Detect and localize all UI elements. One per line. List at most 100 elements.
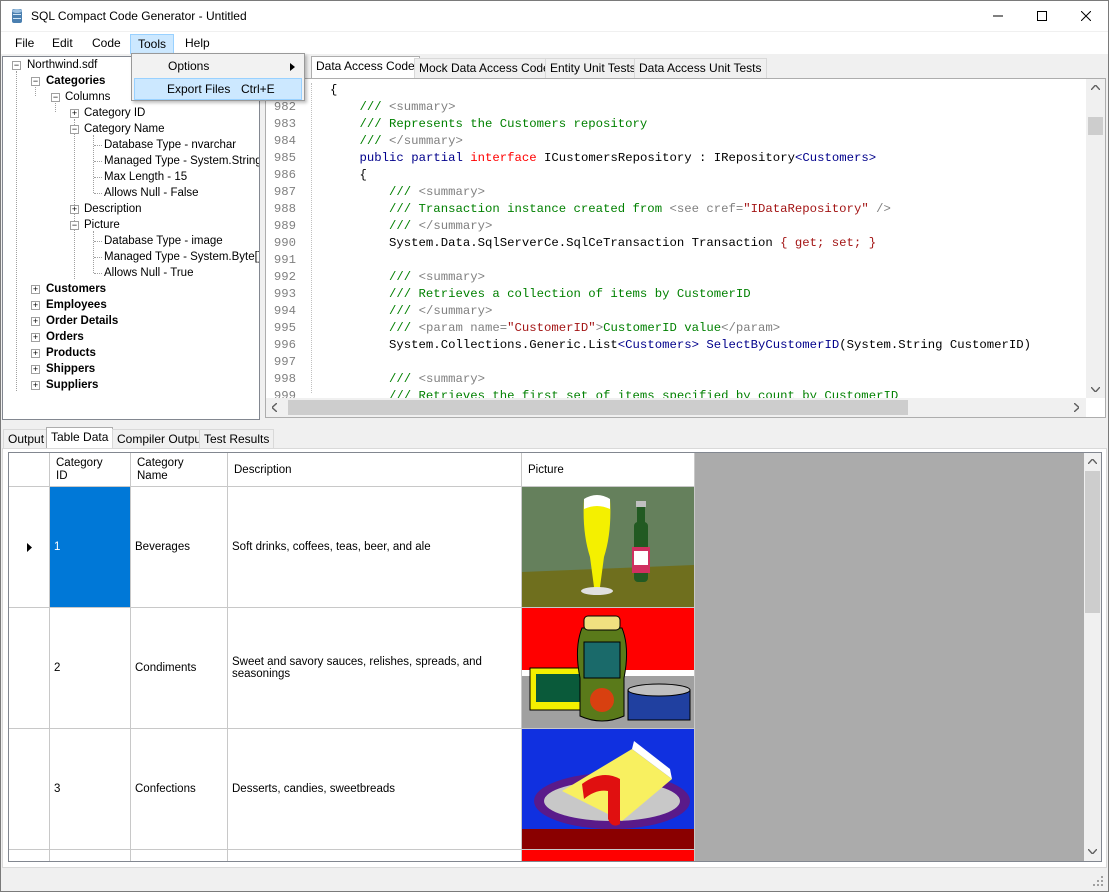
tree-node-table[interactable]: Suppliers: [46, 377, 98, 393]
expand-icon[interactable]: +: [31, 285, 40, 294]
menu-edit[interactable]: Edit: [45, 34, 80, 54]
grid-vscrollbar[interactable]: [1084, 453, 1101, 861]
code-token: /// Transaction instance created from: [330, 202, 670, 216]
code-token: ///: [330, 100, 390, 114]
grid-cell[interactable]: Condiments: [131, 608, 228, 729]
grid-cell[interactable]: Sweet and savory sauces, relishes, sprea…: [228, 608, 522, 729]
tree-node-table[interactable]: Orders: [46, 329, 84, 345]
expand-icon[interactable]: +: [31, 301, 40, 310]
grid-cell-picture[interactable]: [522, 850, 695, 861]
expand-icon[interactable]: +: [31, 365, 40, 374]
menu-item-export-files[interactable]: Export Files Ctrl+E: [134, 78, 302, 100]
tab-test-results[interactable]: Test Results: [199, 429, 275, 449]
code-line: /// <param name="CustomerID">CustomerID …: [330, 321, 780, 335]
tree-node-property[interactable]: Database Type - image: [104, 233, 223, 249]
expand-icon[interactable]: +: [31, 349, 40, 358]
collapse-icon[interactable]: −: [31, 77, 40, 86]
expand-icon[interactable]: +: [70, 109, 79, 118]
tab-data-access-unit-tests[interactable]: Data Access Unit Tests: [634, 58, 767, 78]
menu-item-options[interactable]: Options: [134, 56, 302, 78]
tree-node-property[interactable]: Database Type - nvarchar: [104, 137, 236, 153]
schema-tree[interactable]: − Northwind.sdf − Categories − Columns +…: [2, 56, 260, 420]
tree-node-table[interactable]: Order Details: [46, 313, 118, 329]
collapse-icon[interactable]: −: [70, 221, 79, 230]
tree-node-table[interactable]: Products: [46, 345, 96, 361]
export-shortcut: Ctrl+E: [241, 82, 275, 96]
code-line: /// <summary>: [330, 372, 485, 386]
tree-node-category-name[interactable]: Category Name: [84, 121, 165, 137]
column-header[interactable]: Description: [228, 453, 522, 487]
tree-node-property[interactable]: Max Length - 15: [104, 169, 187, 185]
tab-table-data[interactable]: Table Data: [46, 427, 114, 449]
code-token: />: [868, 202, 891, 216]
code-token: <summary>: [418, 185, 485, 199]
expand-icon[interactable]: +: [70, 205, 79, 214]
expand-icon[interactable]: +: [31, 317, 40, 326]
scroll-thumb[interactable]: [1088, 117, 1103, 135]
row-header[interactable]: [9, 850, 50, 861]
grid-cell[interactable]: 3: [50, 729, 131, 850]
tree-node-property[interactable]: Allows Null - False: [104, 185, 199, 201]
row-header[interactable]: [9, 608, 50, 729]
collapse-icon[interactable]: −: [70, 125, 79, 134]
grid-cell-picture[interactable]: [522, 608, 695, 729]
tab-compiler-output[interactable]: Compiler Output: [112, 429, 210, 449]
grid-cell[interactable]: Beverages: [131, 487, 228, 608]
collapse-icon[interactable]: −: [51, 93, 60, 102]
column-header[interactable]: Picture: [522, 453, 695, 487]
tree-node-category-id[interactable]: Category ID: [84, 105, 145, 121]
tree-node-property[interactable]: Allows Null - True: [104, 265, 193, 281]
code-line: /// Retrieves a collection of items by C…: [330, 287, 751, 301]
code-token: </summary>: [389, 134, 463, 148]
tree-node-picture[interactable]: Picture: [84, 217, 120, 233]
column-header[interactable]: Category Name: [131, 453, 228, 487]
grid-cell[interactable]: Confections: [131, 729, 228, 850]
tab-output[interactable]: Output: [3, 429, 50, 449]
tree-node-property[interactable]: Managed Type - System.Byte[]: [104, 249, 259, 265]
tree-node-columns[interactable]: Columns: [65, 89, 110, 105]
tree-node-database[interactable]: Northwind.sdf: [27, 57, 97, 73]
resize-grip-icon[interactable]: [1092, 875, 1104, 887]
code-editor[interactable]: {982 /// <summary> 983 /// Represents the…: [265, 78, 1106, 418]
tree-node-property[interactable]: Managed Type - System.String: [104, 153, 259, 169]
line-number: 990: [273, 236, 296, 250]
tree-node-categories[interactable]: Categories: [46, 73, 105, 89]
column-header[interactable]: Category ID: [50, 453, 131, 487]
code-vscrollbar[interactable]: [1086, 79, 1105, 398]
code-token: "IDataRepository": [743, 202, 869, 216]
tree-node-table[interactable]: Shippers: [46, 361, 95, 377]
line-number: 991: [273, 253, 296, 267]
grid-cell-selected[interactable]: 1: [50, 487, 131, 608]
maximize-button[interactable]: [1019, 1, 1065, 31]
grid-cell[interactable]: 2: [50, 608, 131, 729]
tree-node-table[interactable]: Customers: [46, 281, 106, 297]
scroll-thumb[interactable]: [288, 400, 908, 415]
minimize-button[interactable]: [975, 1, 1021, 31]
expand-icon[interactable]: +: [31, 333, 40, 342]
menu-help[interactable]: Help: [178, 34, 217, 54]
code-token: ///: [330, 372, 419, 386]
tree-node-table[interactable]: Employees: [46, 297, 107, 313]
table-data-grid[interactable]: Category ID Category Name Description Pi…: [8, 452, 1102, 862]
scroll-thumb[interactable]: [1085, 471, 1100, 613]
grid-cell[interactable]: [131, 850, 228, 861]
tab-mock-data-access-code[interactable]: Mock Data Access Code: [414, 58, 555, 78]
tree-node-description[interactable]: Description: [84, 201, 142, 217]
grid-cell[interactable]: [50, 850, 131, 861]
grid-cell-picture[interactable]: [522, 729, 695, 850]
tab-entity-unit-tests[interactable]: Entity Unit Tests: [545, 58, 641, 78]
tab-data-access-code[interactable]: Data Access Code: [311, 56, 420, 78]
grid-cell[interactable]: Soft drinks, coffees, teas, beer, and al…: [228, 487, 522, 608]
code-hscrollbar[interactable]: [266, 398, 1086, 417]
row-header[interactable]: [9, 729, 50, 850]
grid-cell-picture[interactable]: [522, 487, 695, 608]
close-button[interactable]: [1063, 1, 1109, 31]
expand-icon[interactable]: +: [31, 381, 40, 390]
grid-cell[interactable]: [228, 850, 522, 861]
grid-cell[interactable]: Desserts, candies, sweetbreads: [228, 729, 522, 850]
menu-tools[interactable]: Tools: [130, 34, 175, 54]
row-header[interactable]: [9, 487, 50, 608]
menu-file[interactable]: File: [8, 34, 41, 54]
menu-code[interactable]: Code: [85, 34, 128, 54]
collapse-icon[interactable]: −: [12, 61, 21, 70]
